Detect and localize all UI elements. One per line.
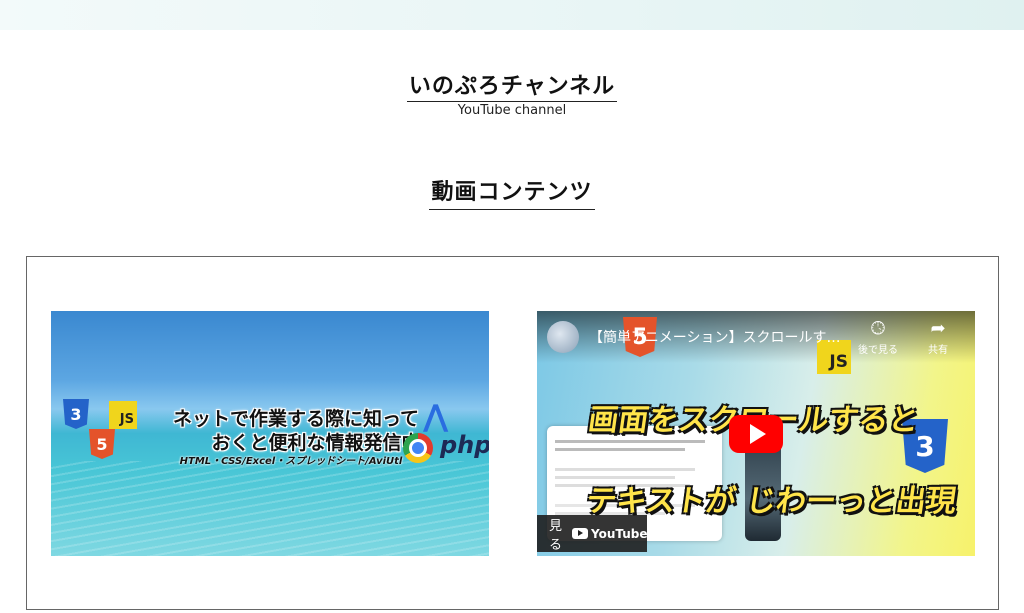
sea-texture: [51, 461, 489, 556]
php-icon: php: [440, 431, 489, 459]
channel-subtitle: YouTube channel: [457, 103, 567, 118]
banner-line3: HTML・CSS/Excel・スプレッドシート/AviUtl: [179, 456, 403, 467]
channel-heading: いのぷろチャンネル YouTube channel: [0, 68, 1024, 118]
html5-icon: 5: [89, 429, 115, 459]
watch-later-button[interactable]: 🕓︎ 後で見る: [853, 318, 903, 357]
play-button[interactable]: [729, 415, 783, 453]
youtube-logo: YouTube: [572, 527, 648, 541]
banner-line1: ネットで作業する際に知って: [172, 408, 420, 430]
clock-icon: 🕓︎: [870, 318, 886, 339]
css3-icon: 3: [63, 399, 89, 429]
video-caption-line2: テキストが じわーっと出現: [584, 484, 959, 519]
channel-banner-image: 3 JS 5 ネットで作業する際に知って おくと便利な情報発信中 HTML・CS…: [51, 311, 489, 556]
section-title: 動画コンテンツ: [429, 174, 595, 210]
section-heading: 動画コンテンツ: [0, 174, 1024, 210]
channel-avatar[interactable]: [547, 321, 579, 353]
youtube-play-icon: [572, 528, 589, 539]
chrome-icon: [403, 433, 433, 463]
share-button[interactable]: ➦ 共有: [913, 318, 963, 357]
azure-icon: ⋀: [423, 399, 449, 434]
youtube-embed[interactable]: 5 JS 3 【簡単アニメーション】スクロールす… 🕓︎ 後で見る ➦ 共有 画…: [537, 311, 975, 556]
top-band: [0, 0, 1024, 30]
channel-title: いのぷろチャンネル: [406, 68, 618, 102]
share-icon: ➦: [930, 318, 946, 339]
video-title[interactable]: 【簡単アニメーション】スクロールす…: [589, 327, 849, 347]
watch-on-youtube-button[interactable]: 見る YouTube: [537, 515, 648, 553]
